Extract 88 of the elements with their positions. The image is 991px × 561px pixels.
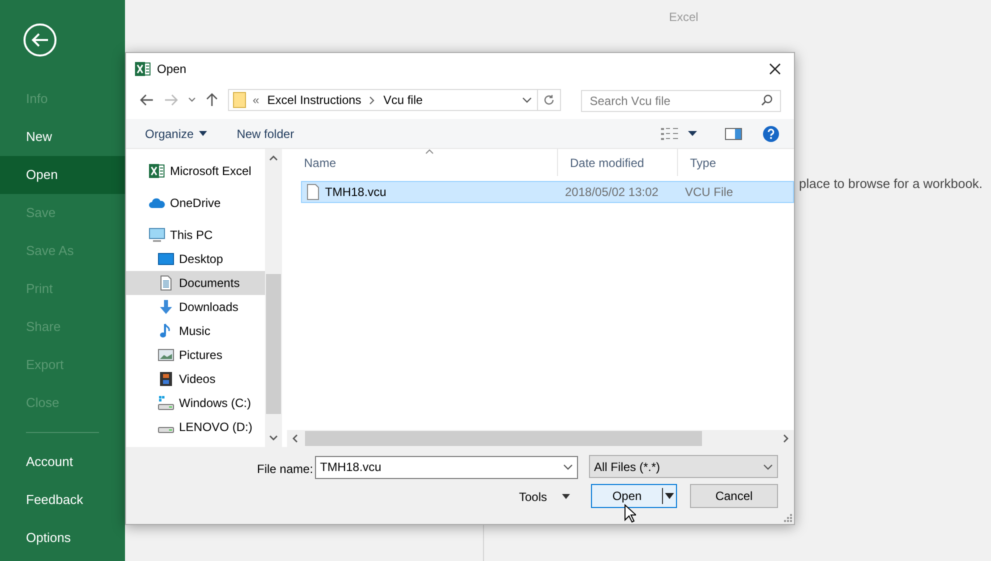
tools-button[interactable]: Tools [519, 485, 570, 508]
folder-icon [232, 92, 246, 108]
search-field[interactable]: Search Vcu file [580, 90, 781, 112]
address-bar[interactable]: « Excel Instructions Vcu file [228, 89, 561, 111]
nav-item[interactable]: Downloads [126, 295, 265, 319]
scroll-right-icon[interactable] [783, 434, 789, 443]
nav-label: Videos [179, 371, 216, 388]
file-name: TMH18.vcu [325, 184, 386, 201]
close-icon[interactable] [769, 63, 781, 75]
nav-label: LENOVO (D:) [179, 419, 252, 436]
nav-item[interactable]: Microsoft Excel [126, 159, 265, 183]
breadcrumb-item[interactable]: Vcu file [383, 91, 423, 109]
file-row[interactable]: TMH18.vcu 2018/05/02 13:02 VCU File [301, 181, 794, 203]
chevron-down-icon [763, 464, 773, 470]
nav-item[interactable]: Music [126, 319, 265, 343]
dialog-title: Open [157, 61, 186, 78]
hint-text: place to browse for a workbook. [799, 175, 983, 193]
help-icon[interactable] [763, 126, 779, 142]
file-name-field[interactable]: TMH18.vcu [315, 456, 578, 478]
excel-icon [135, 61, 151, 77]
menu-item[interactable]: Account [0, 443, 125, 481]
back-icon[interactable] [23, 23, 57, 57]
nav-item[interactable]: OneDrive [126, 191, 265, 215]
menu-item[interactable]: Open [0, 156, 125, 194]
chevron-right-icon [369, 96, 376, 104]
overflow-chevron[interactable]: « [252, 91, 260, 109]
scrollbar-thumb[interactable] [305, 431, 702, 446]
document-icon [158, 275, 174, 291]
spreadsheet-icon [149, 163, 165, 179]
film-icon [158, 371, 174, 387]
nav-label: Documents [179, 275, 240, 292]
nav-label: Music [179, 323, 210, 340]
menu-item[interactable]: Options [0, 519, 125, 557]
nav-label: OneDrive [170, 195, 221, 212]
scroll-down-icon[interactable] [269, 435, 278, 441]
scroll-up-icon[interactable] [269, 155, 278, 161]
file-type: VCU File [684, 184, 734, 201]
chevron-down-icon[interactable] [522, 97, 532, 103]
nav-label: Downloads [179, 299, 238, 316]
nav-label: Desktop [179, 251, 224, 268]
column-header[interactable]: Type [678, 149, 794, 176]
drive-icon [158, 427, 174, 433]
cancel-button[interactable]: Cancel [690, 484, 778, 508]
picture-icon [158, 347, 174, 363]
nav-label: This PC [170, 227, 213, 244]
file-icon [307, 184, 319, 200]
breadcrumb-item[interactable]: Excel Instructions [267, 91, 362, 109]
nav-item[interactable]: Videos [126, 367, 265, 391]
drive-icon [158, 395, 174, 411]
nav-label: Microsoft Excel [170, 163, 252, 180]
scroll-left-icon[interactable] [292, 434, 298, 443]
nav-label: Windows (C:) [179, 395, 252, 412]
file-date: 2018/05/02 13:02 [564, 184, 660, 201]
preview-pane-icon[interactable] [725, 128, 742, 140]
nav-item[interactable]: Pictures [126, 343, 265, 367]
chevron-down-icon[interactable] [563, 464, 573, 470]
column-header[interactable]: Name [287, 149, 558, 176]
menu-item[interactable]: New [0, 118, 125, 156]
scrollbar[interactable] [265, 149, 282, 447]
resize-grip-icon[interactable] [784, 514, 792, 522]
desktop-icon [158, 251, 174, 267]
column-header[interactable]: Date modified [558, 149, 678, 176]
scrollbar-thumb[interactable] [266, 274, 281, 414]
back-arrow-icon[interactable] [140, 94, 154, 106]
horizontal-scrollbar[interactable] [287, 430, 794, 447]
nav-label: Pictures [179, 347, 222, 364]
caret-icon [198, 131, 207, 136]
download-arrow-icon [158, 299, 174, 315]
refresh-icon[interactable] [542, 94, 555, 106]
file-name-label: File name: [257, 461, 314, 478]
caret-icon [663, 493, 676, 499]
caret-icon [562, 494, 570, 499]
nav-item[interactable]: Desktop [126, 247, 265, 271]
nav-item[interactable]: This PC [126, 223, 265, 247]
nav-item[interactable]: LENOVO (D:) [126, 415, 265, 439]
up-arrow-icon[interactable] [206, 93, 218, 107]
nav-item[interactable]: Windows (C:) [126, 391, 265, 415]
nav-item[interactable]: Documents [126, 271, 265, 295]
monitor-icon [149, 227, 165, 243]
organize-button[interactable]: Organize [145, 124, 207, 142]
new-folder-button[interactable]: New folder [236, 124, 294, 142]
search-icon [760, 94, 773, 106]
caret-icon[interactable] [688, 131, 697, 136]
open-button[interactable]: Open [591, 484, 677, 508]
app-title: Excel [669, 9, 698, 26]
view-options-icon[interactable] [661, 128, 679, 140]
menu-item[interactable]: Feedback [0, 481, 125, 519]
file-type-dropdown[interactable]: All Files (*.*) [589, 455, 778, 478]
